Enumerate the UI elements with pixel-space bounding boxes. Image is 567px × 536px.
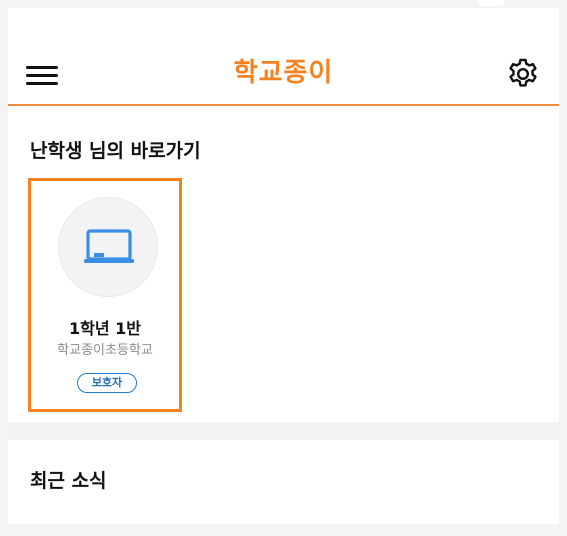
app-title: 학교종이 <box>233 58 334 88</box>
status-bar-fragment <box>478 0 504 6</box>
app-header: 학교종이 <box>8 8 559 106</box>
gear-icon[interactable] <box>505 56 541 92</box>
recent-news-heading: 최근 소식 <box>30 470 107 492</box>
app-screen: 학교종이 난학생 님의 바로가기 1학년 1반 학교종이초등학교 보호자 최근 … <box>8 8 559 524</box>
school-name: 학교종이초등학교 <box>57 343 153 358</box>
class-avatar <box>58 197 158 297</box>
shortcuts-section: 난학생 님의 바로가기 1학년 1반 학교종이초등학교 보호자 <box>8 106 559 422</box>
role-badge: 보호자 <box>77 373 137 393</box>
class-name: 1학년 1반 <box>69 319 141 338</box>
class-shortcut-card[interactable]: 1학년 1반 학교종이초등학교 보호자 <box>28 178 182 412</box>
recent-news-section: 최근 소식 <box>8 440 559 524</box>
shortcuts-heading: 난학생 님의 바로가기 <box>30 140 201 162</box>
laptop-icon <box>84 229 134 263</box>
